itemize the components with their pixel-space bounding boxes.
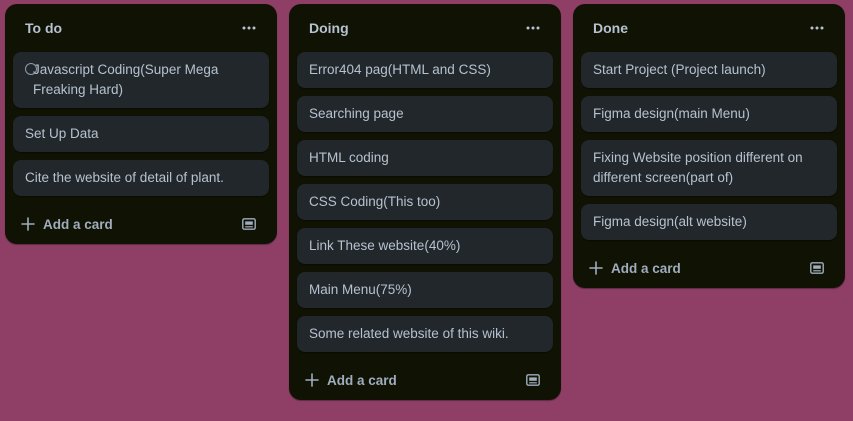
plus-icon (21, 217, 35, 231)
more-horizontal-icon (242, 26, 256, 30)
card-title: Error404 pag(HTML and CSS) (309, 62, 491, 77)
card-title: Searching page (309, 106, 404, 121)
card-template-icon (242, 218, 256, 230)
card-title: Figma design(alt website) (593, 214, 747, 229)
plus-icon (589, 261, 603, 275)
card[interactable]: Some related website of this wiki. (297, 316, 553, 352)
add-card-label: Add a card (611, 260, 681, 276)
card-title: Some related website of this wiki. (309, 326, 509, 341)
card-list: Start Project (Project launch) Figma des… (573, 52, 845, 240)
card-template-icon (810, 262, 824, 274)
card[interactable]: Figma design(main Menu) (581, 96, 837, 132)
add-card-button[interactable]: Add a card (21, 217, 113, 232)
more-horizontal-icon (810, 26, 824, 30)
list-menu-button[interactable] (237, 16, 261, 40)
card[interactable]: CSS Coding(This too) (297, 184, 553, 220)
card-title: Set Up Data (25, 126, 99, 141)
card[interactable]: Javascript Coding(Super Mega Freaking Ha… (13, 52, 269, 108)
create-from-template-button[interactable] (521, 368, 545, 392)
card-title: CSS Coding(This too) (309, 194, 441, 209)
card-template-icon (526, 374, 540, 386)
card[interactable]: Figma design(alt website) (581, 204, 837, 240)
list-doing: Doing Error404 pag(HTML and CSS) Searchi… (289, 4, 561, 400)
add-card-label: Add a card (43, 216, 113, 232)
card-title: Cite the website of detail of plant. (25, 170, 224, 185)
list-menu-button[interactable] (805, 16, 829, 40)
list-title[interactable]: To do (25, 20, 62, 36)
card[interactable]: Searching page (297, 96, 553, 132)
plus-icon (305, 373, 319, 387)
list-done: Done Start Project (Project launch) Figm… (573, 4, 845, 288)
card-title: Start Project (Project launch) (593, 62, 766, 77)
more-horizontal-icon (526, 26, 540, 30)
list-footer: Add a card (289, 360, 561, 400)
list-menu-button[interactable] (521, 16, 545, 40)
add-card-button[interactable]: Add a card (589, 261, 681, 276)
create-from-template-button[interactable] (237, 212, 261, 236)
card-title: Figma design(main Menu) (593, 106, 750, 121)
add-card-button[interactable]: Add a card (305, 373, 397, 388)
list-header: To do (5, 4, 277, 52)
card-title: Javascript Coding(Super Mega Freaking Ha… (33, 62, 219, 97)
create-from-template-button[interactable] (805, 256, 829, 280)
card[interactable]: Fixing Website position different on dif… (581, 140, 837, 196)
card[interactable]: Link These website(40%) (297, 228, 553, 264)
list-footer: Add a card (573, 248, 845, 288)
card[interactable]: Main Menu(75%) (297, 272, 553, 308)
circle-checkbox-icon[interactable] (25, 63, 37, 75)
card[interactable]: Cite the website of detail of plant. (13, 160, 269, 196)
card-title: Fixing Website position different on dif… (593, 150, 803, 185)
list-header: Doing (289, 4, 561, 52)
list-title[interactable]: Doing (309, 20, 349, 36)
list-to-do: To do Javascript Coding(Super Mega Freak… (5, 4, 277, 244)
card[interactable]: Start Project (Project launch) (581, 52, 837, 88)
card-title: HTML coding (309, 150, 389, 165)
list-title[interactable]: Done (593, 20, 628, 36)
card[interactable]: HTML coding (297, 140, 553, 176)
list-footer: Add a card (5, 204, 277, 244)
card-title: Main Menu(75%) (309, 282, 412, 297)
card-list: Error404 pag(HTML and CSS) Searching pag… (289, 52, 561, 352)
card-title: Link These website(40%) (309, 238, 461, 253)
card[interactable]: Error404 pag(HTML and CSS) (297, 52, 553, 88)
card-list: Javascript Coding(Super Mega Freaking Ha… (5, 52, 277, 196)
list-header: Done (573, 4, 845, 52)
card[interactable]: Set Up Data (13, 116, 269, 152)
add-card-label: Add a card (327, 372, 397, 388)
